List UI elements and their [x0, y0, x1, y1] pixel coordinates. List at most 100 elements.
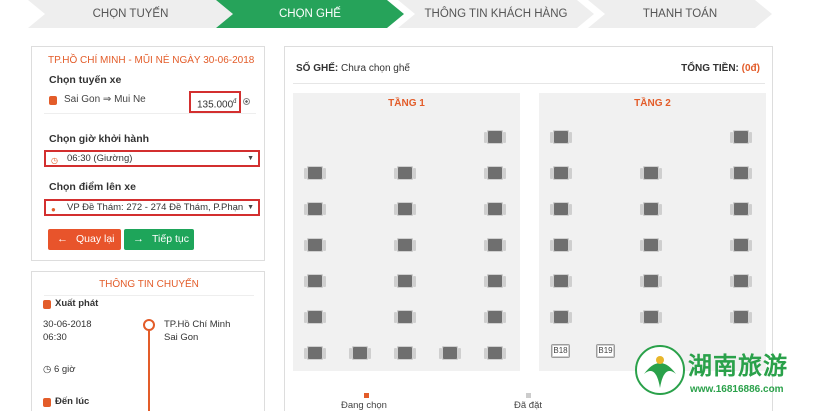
watermark-text: 湖南旅游 [688, 352, 788, 380]
total-price-value: (0đ) [741, 63, 760, 74]
seat[interactable]: B19 [596, 344, 615, 358]
arrow-right-icon: → [133, 233, 144, 245]
step-chon-ghe[interactable]: CHỌN GHẾ [216, 0, 404, 28]
seat[interactable] [484, 166, 506, 180]
seat[interactable] [640, 274, 662, 288]
seat[interactable] [484, 238, 506, 252]
bus-icon [49, 96, 57, 105]
price-currency: đ [233, 99, 237, 105]
total-price: TỔNG TIỀN: (0đ) [681, 63, 760, 74]
floor-1-title: TẦNG 1 [388, 98, 425, 109]
seat[interactable] [394, 274, 416, 288]
seat[interactable] [304, 274, 326, 288]
divider [293, 83, 765, 84]
pickup-label: Chọn điểm lên xe [49, 181, 136, 193]
duration: ◷ 6 giờ [43, 364, 75, 375]
departure-time-value: 06:30 (Giường) [67, 153, 133, 164]
back-button-label: Quay lại [76, 233, 115, 245]
seat[interactable] [550, 166, 572, 180]
seat[interactable] [394, 310, 416, 324]
continue-button[interactable]: → Tiếp tục [124, 229, 194, 250]
clock-icon: ◷ [51, 156, 58, 165]
depart-time: 06:30 [43, 332, 67, 343]
seat[interactable] [304, 238, 326, 252]
depart-label: Xuất phát [55, 298, 99, 309]
watermark: 湖南旅游 www.16816886.com [634, 340, 836, 411]
seat[interactable] [730, 130, 752, 144]
chevron-down-icon: ▼ [247, 204, 254, 211]
total-price-label: TỔNG TIỀN: [681, 63, 739, 74]
pickup-point-select[interactable]: ● VP Đề Thám: 272 - 274 Đề Thám, P.Phạn … [44, 199, 260, 216]
arrow-left-icon: ← [57, 233, 68, 245]
step-chon-tuyen[interactable]: CHỌN TUYẾN [28, 0, 233, 28]
trip-info-panel: THÔNG TIN CHUYẾN Xuất phát 30-06-2018 06… [31, 271, 265, 411]
step-thanh-toan[interactable]: THANH TOÁN [588, 0, 772, 28]
seat[interactable] [640, 238, 662, 252]
clock-icon: ◷ [43, 364, 52, 375]
floor-1: TẦNG 1 [293, 93, 520, 371]
route-price: 135.000đ [189, 91, 241, 113]
timeline-dot [143, 319, 155, 331]
seat[interactable] [550, 310, 572, 324]
seat[interactable] [730, 274, 752, 288]
duration-value: 6 giờ [53, 364, 76, 375]
arrive-label: Đến lúc [55, 396, 90, 407]
seat[interactable] [550, 274, 572, 288]
depart-city: TP.Hồ Chí Minh [164, 319, 231, 330]
divider [44, 113, 256, 114]
map-pin-icon: ● [51, 205, 56, 214]
step-thong-tin-khach-hang[interactable]: THÔNG TIN KHÁCH HÀNG [398, 0, 594, 28]
departure-time-select[interactable]: ◷ 06:30 (Giường) ▼ [44, 150, 260, 167]
seat[interactable] [394, 238, 416, 252]
route-title: TP.HỒ CHÍ MINH - MŨI NÉ NGÀY 30-06-2018 [48, 55, 255, 66]
pickup-point-value: VP Đề Thám: 272 - 274 Đề Thám, P.Phạn [67, 202, 244, 213]
legend-booked: Đã đặt [514, 400, 542, 411]
seat[interactable] [640, 166, 662, 180]
selected-seats: SỐ GHẾ: Chưa chọn ghế [296, 63, 410, 74]
back-button[interactable]: ← Quay lại [48, 229, 121, 250]
seat[interactable] [484, 130, 506, 144]
time-label: Chọn giờ khởi hành [49, 133, 150, 145]
seat[interactable] [394, 166, 416, 180]
watermark-logo-icon [635, 345, 685, 395]
seat[interactable] [304, 346, 326, 360]
seat[interactable] [730, 238, 752, 252]
seat[interactable] [394, 202, 416, 216]
seat[interactable] [484, 274, 506, 288]
seat[interactable] [550, 130, 572, 144]
seat[interactable] [394, 346, 416, 360]
route-name[interactable]: Sai Gon ⇒ Mui Ne [64, 94, 146, 105]
seat[interactable] [484, 310, 506, 324]
seat[interactable] [640, 310, 662, 324]
booking-panel: TP.HỒ CHÍ MINH - MŨI NÉ NGÀY 30-06-2018 … [31, 46, 265, 261]
seat[interactable] [730, 166, 752, 180]
floor-2: TẦNG 2 B18 B19 [539, 93, 766, 371]
legend-booked-mark [526, 393, 531, 398]
legend-selecting: Đang chọn [341, 400, 387, 411]
chevron-down-icon: ▼ [247, 155, 254, 162]
seat[interactable] [439, 346, 461, 360]
selected-seats-label: SỐ GHẾ: [296, 63, 339, 74]
depart-date: 30-06-2018 [43, 319, 92, 330]
bus-icon [43, 300, 51, 309]
selected-seats-value: Chưa chọn ghế [341, 63, 410, 74]
trip-info-title: THÔNG TIN CHUYẾN [99, 279, 199, 290]
seat[interactable] [730, 310, 752, 324]
watermark-url: www.16816886.com [690, 384, 784, 395]
route-radio[interactable] [243, 98, 250, 105]
timeline-line [148, 326, 150, 411]
price-value: 135.000 [197, 99, 234, 111]
seat[interactable] [304, 202, 326, 216]
legend-selecting-mark [364, 393, 369, 398]
seat[interactable] [730, 202, 752, 216]
route-label: Chọn tuyến xe [49, 74, 122, 86]
seat[interactable] [304, 310, 326, 324]
seat[interactable] [640, 202, 662, 216]
seat[interactable] [484, 346, 506, 360]
seat[interactable]: B18 [551, 344, 570, 358]
seat[interactable] [550, 238, 572, 252]
seat[interactable] [304, 166, 326, 180]
seat[interactable] [349, 346, 371, 360]
seat[interactable] [550, 202, 572, 216]
seat[interactable] [484, 202, 506, 216]
